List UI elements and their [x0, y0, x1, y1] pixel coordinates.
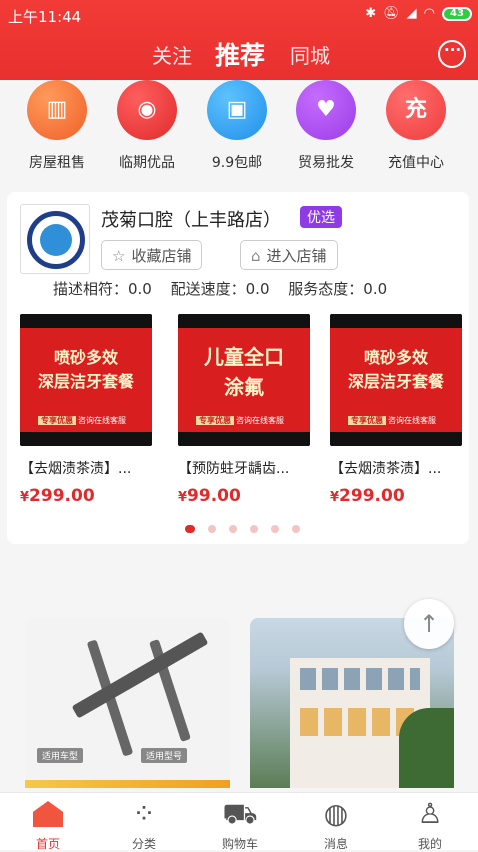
- category-label: 充值中心: [388, 155, 444, 171]
- enter-store-label: 进入店铺: [266, 247, 327, 265]
- carousel-dot[interactable]: [229, 525, 237, 533]
- category-label: 房屋租售: [29, 155, 85, 171]
- carousel-dot[interactable]: [292, 525, 300, 533]
- product-banner-line: 涂氟: [224, 375, 264, 399]
- recharge-icon: 充: [386, 80, 446, 140]
- shop-icon: ⌂: [251, 247, 261, 265]
- product-title: 【去烟渍茶渍】...: [330, 461, 442, 477]
- nav-profile[interactable]: ♙ 我的: [382, 795, 478, 852]
- battery-icon: 43: [442, 6, 472, 21]
- product-banner-line: 喷砂多效: [53, 348, 118, 367]
- wifi-icon: ◠: [423, 6, 435, 21]
- category-house[interactable]: ▥ 房屋租售: [13, 80, 101, 172]
- rating-description: 描述相符：0.0: [53, 280, 152, 298]
- enter-store-button[interactable]: ⌂ 进入店铺: [240, 240, 338, 270]
- category-wholesale[interactable]: ♥ 贸易批发: [282, 80, 370, 172]
- store-ratings: 描述相符：0.0 配送速度：0.0 服务态度：0.0: [53, 278, 401, 299]
- top-header: 上午11:44 ✱ 🔕︎ ◢ ◠ 43 关注 推荐 同城: [0, 0, 478, 80]
- message-icon: ◍: [323, 797, 349, 830]
- globe-icon: ◉: [117, 80, 177, 140]
- product-image: 喷砂多效深层洁牙套餐 专享优惠 咨询在线客服: [330, 314, 462, 446]
- product-price: ¥299.00: [330, 486, 405, 506]
- product-card[interactable]: 儿童全口涂氟 专享优惠 咨询在线客服 【预防蛀牙龋齿... ¥99.00: [178, 314, 310, 506]
- product-card[interactable]: 喷砂多效深层洁牙套餐 专享优惠 咨询在线客服 【去烟渍茶渍】... ¥299.00: [20, 314, 152, 506]
- profile-icon: ♙: [417, 797, 443, 830]
- star-icon: ☆: [112, 247, 126, 265]
- category-label: 9.9包邮: [211, 155, 263, 171]
- nav-cart[interactable]: ⛟ 购物车: [192, 795, 288, 852]
- nav-home[interactable]: 首页: [0, 795, 96, 852]
- tab-local[interactable]: 同城: [290, 40, 330, 69]
- bottom-nav: 首页 ⁘ 分类 ⛟ 购物车 ◍ 消息 ♙ 我的: [0, 792, 478, 852]
- product-banner-line: 深层洁牙套餐: [347, 372, 444, 391]
- nav-label: 我的: [417, 837, 442, 851]
- product-image: 喷砂多效深层洁牙套餐 专享优惠 咨询在线客服: [20, 314, 152, 446]
- category-icon: ⁘: [132, 797, 156, 830]
- back-to-top-button[interactable]: ↑: [404, 599, 454, 649]
- nav-label: 首页: [35, 837, 60, 851]
- nav-label: 购物车: [221, 837, 258, 851]
- product-title: 【去烟渍茶渍】...: [20, 461, 132, 477]
- product-tag: 专享优惠 咨询在线客服: [196, 415, 284, 426]
- store-card: 茂菊口腔（上丰路店） 优选 ☆ 收藏店铺 ⌂ 进入店铺 描述相符：0.0 配送速度：…: [7, 192, 469, 544]
- product-title: 【预防蛀牙龋齿...: [178, 461, 290, 477]
- nav-messages[interactable]: ◍ 消息: [288, 795, 384, 852]
- category-label: 贸易批发: [298, 155, 354, 171]
- tab-follow[interactable]: 关注: [152, 40, 192, 69]
- feed-tabs: 关注 推荐 同城: [0, 36, 478, 72]
- signal-icon: ◢: [406, 6, 417, 21]
- product-price: ¥299.00: [20, 486, 95, 506]
- tab-recommend[interactable]: 推荐: [215, 36, 265, 72]
- carousel-dot[interactable]: [185, 525, 195, 533]
- product-carousel: 喷砂多效深层洁牙套餐 专享优惠 咨询在线客服 【去烟渍茶渍】... ¥299.00…: [20, 314, 469, 506]
- product-banner-line: 儿童全口: [204, 345, 284, 369]
- category-near-expiry[interactable]: ◉ 临期优品: [103, 80, 191, 172]
- status-icons: ✱ 🔕︎ ◢ ◠ 43: [365, 6, 472, 21]
- category-recharge[interactable]: 充 充值中心: [372, 80, 460, 172]
- category-free-shipping[interactable]: ▣ 9.9包邮: [193, 80, 281, 172]
- product-card[interactable]: 喷砂多效深层洁牙套餐 专享优惠 咨询在线客服 【去烟渍茶渍】... ¥299.00: [330, 314, 462, 506]
- package-icon: ▣: [207, 80, 267, 140]
- bluetooth-icon: ✱: [365, 6, 377, 21]
- building-icon: ▥: [27, 80, 87, 140]
- carousel-dot[interactable]: [208, 525, 216, 533]
- home-icon: [33, 801, 63, 827]
- rating-service: 服务态度：0.0: [288, 280, 388, 298]
- category-row: ▥ 房屋租售 ◉ 临期优品 ▣ 9.9包邮 ♥ 贸易批发 充 充值中心: [0, 80, 478, 180]
- carousel-dot[interactable]: [250, 525, 258, 533]
- mute-icon: 🔕︎: [383, 6, 400, 21]
- status-time: 上午11:44: [8, 8, 82, 26]
- feed-item-tool[interactable]: 适用车型 适用型号: [25, 618, 230, 788]
- store-badge: 优选: [300, 206, 342, 228]
- cart-icon: ⛟: [222, 797, 258, 830]
- store-logo[interactable]: [20, 204, 90, 274]
- nav-label: 消息: [323, 837, 348, 851]
- arrow-up-icon: ↑: [418, 610, 440, 638]
- product-price: ¥99.00: [178, 486, 241, 506]
- product-banner-line: 深层洁牙套餐: [37, 372, 134, 391]
- chat-bubble-icon[interactable]: [438, 40, 466, 68]
- feed-label: 适用型号: [141, 748, 188, 763]
- feed-label: 适用车型: [37, 748, 84, 763]
- favorite-store-button[interactable]: ☆ 收藏店铺: [101, 240, 203, 270]
- status-bar: 上午11:44 ✱ 🔕︎ ◢ ◠ 43: [0, 0, 478, 30]
- favorite-store-label: 收藏店铺: [131, 247, 192, 265]
- product-tag: 专享优惠 咨询在线客服: [348, 415, 436, 426]
- handshake-icon: ♥: [296, 80, 356, 140]
- product-image: 儿童全口涂氟 专享优惠 咨询在线客服: [178, 314, 310, 446]
- product-tag: 专享优惠 咨询在线客服: [38, 415, 126, 426]
- carousel-dots: [185, 525, 300, 533]
- category-label: 临期优品: [119, 155, 175, 171]
- product-banner-line: 喷砂多效: [363, 348, 428, 367]
- store-name[interactable]: 茂菊口腔（上丰路店）: [101, 206, 281, 232]
- rating-delivery: 配送速度：0.0: [170, 280, 270, 298]
- carousel-dot[interactable]: [271, 525, 279, 533]
- nav-category[interactable]: ⁘ 分类: [96, 795, 192, 852]
- nav-label: 分类: [131, 837, 156, 851]
